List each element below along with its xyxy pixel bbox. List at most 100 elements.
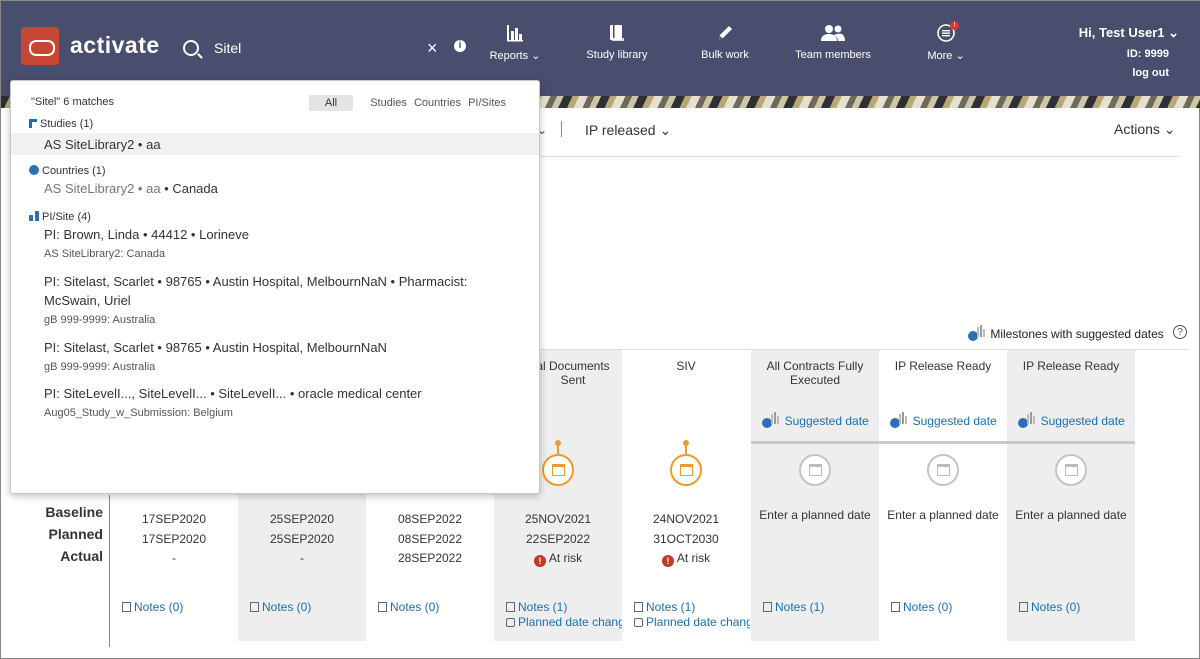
search-result-site[interactable]: PI: Brown, Linda • 44412 • Lorineve: [11, 225, 539, 244]
actual-date: 28SEP2022: [397, 551, 463, 565]
actual-status: ! At risk: [494, 551, 622, 567]
suggested-date-icon: [968, 325, 985, 341]
history-icon: [634, 618, 643, 627]
filter-countries[interactable]: Countries: [414, 97, 461, 109]
planned-date[interactable]: 31OCT2030: [622, 532, 750, 546]
notes-link-label: Notes (0): [903, 600, 953, 614]
calendar-icon[interactable]: [927, 454, 959, 486]
calendar-icon[interactable]: [799, 454, 831, 486]
filter-all[interactable]: All: [308, 95, 354, 111]
clear-search-icon[interactable]: ×: [427, 39, 438, 57]
search-result-study[interactable]: AS SiteLibrary2 • aa: [11, 133, 539, 155]
globe-icon: [29, 165, 39, 175]
calendar-icon[interactable]: [670, 454, 702, 486]
enter-planned-date[interactable]: Enter a planned date: [1007, 508, 1135, 522]
notes-link[interactable]: Notes (0): [891, 600, 952, 614]
nav-team-members[interactable]: Team members: [789, 23, 877, 61]
notification-badge: !: [950, 21, 959, 30]
result-sub: AS SiteLibrary2: Canada: [44, 248, 166, 260]
bar-chart-icon: [507, 25, 523, 42]
notes-link[interactable]: Notes (0): [122, 600, 183, 614]
nav-study-library-label: Study library: [586, 49, 648, 61]
suggested-date-link[interactable]: Suggested date: [751, 411, 879, 429]
row-label-planned: Planned: [48, 526, 103, 542]
planned-date-change-link[interactable]: Planned date change: [506, 615, 622, 629]
notes-link[interactable]: Notes (0): [378, 600, 439, 614]
site-icon: [29, 211, 39, 221]
notes-link[interactable]: Notes (0): [250, 600, 311, 614]
enter-planned-date[interactable]: Enter a planned date: [751, 508, 879, 522]
toolbar-divider: [561, 121, 562, 137]
search-icon[interactable]: [183, 40, 199, 56]
nav-bulk-work-label: Bulk work: [701, 49, 749, 61]
timeline-line: [751, 441, 1135, 444]
milestone-marker-stem: [685, 443, 687, 454]
filter-pi-sites[interactable]: PI/Sites: [468, 97, 506, 109]
planned-date[interactable]: 08SEP2022: [366, 532, 494, 546]
result-sub: Aug05_Study_w_Submission: Belgium: [44, 407, 233, 419]
group-countries: Countries (1): [29, 165, 106, 177]
search-results-dropdown: "Sitel" 6 matches All Studies Countries …: [10, 80, 540, 494]
history-icon: [506, 618, 515, 627]
planned-date-change-link[interactable]: Planned date change: [634, 615, 750, 629]
calendar-glyph: [680, 464, 693, 476]
result-name: PI: Brown, Linda • 44412 • Lorineve: [44, 227, 249, 242]
nav-more[interactable]: ! More ⌄: [917, 21, 975, 62]
planned-date-change-label: Planned date change: [518, 615, 622, 629]
calendar-icon[interactable]: [542, 454, 574, 486]
result-name: • Canada: [160, 181, 218, 196]
row-label-actual: Actual: [60, 548, 103, 564]
at-risk-icon: !: [533, 555, 546, 567]
milestone-column: SIV 24NOV2021 31OCT2030 ! At risk Notes (…: [622, 350, 750, 641]
notes-link-label: Notes (0): [134, 600, 184, 614]
logout-link[interactable]: log out: [1132, 67, 1169, 79]
calendar-glyph: [937, 464, 950, 476]
nav-study-library[interactable]: Study library: [581, 23, 653, 61]
enter-planned-date[interactable]: Enter a planned date: [879, 508, 1007, 522]
search-result-site[interactable]: PI: SiteLevelI..., SiteLevelI... • SiteL…: [11, 384, 539, 403]
notes-link[interactable]: Notes (0): [1019, 600, 1080, 614]
filter-studies[interactable]: Studies: [370, 97, 407, 109]
baseline-date: 17SEP2020: [141, 512, 207, 526]
notes-link-label: Notes (1): [518, 600, 568, 614]
milestone-marker-stem: [557, 443, 559, 454]
result-sub: gB 999-9999: Australia: [44, 361, 156, 373]
user-menu[interactable]: Hi, Test User1 ⌄: [1079, 25, 1179, 41]
search-result-site[interactable]: PI: Sitelast, Scarlet • 98765 • Austin H…: [11, 272, 539, 310]
milestone-title: SIV: [676, 359, 696, 373]
notes-icon: [378, 602, 387, 612]
book-icon: [610, 25, 624, 41]
milestones-legend: Milestones with suggested dates: [967, 324, 1164, 342]
ip-released-dropdown[interactable]: IP released ⌄: [585, 122, 671, 139]
search-result-country[interactable]: AS SiteLibrary2 • aa • Canada: [11, 179, 539, 198]
toolbar-divider-line: [541, 156, 1179, 157]
suggested-date-label: Suggested date: [912, 414, 997, 428]
group-studies-label: Studies (1): [40, 118, 94, 130]
suggested-date-link[interactable]: Suggested date: [1007, 411, 1135, 429]
actions-menu[interactable]: Actions ⌄: [1114, 121, 1176, 138]
nav-reports[interactable]: Reports ⌄: [481, 23, 549, 62]
planned-date[interactable]: 17SEP2020: [110, 532, 238, 546]
search-result-site[interactable]: PI: Sitelast, Scarlet • 98765 • Austin H…: [11, 338, 539, 357]
info-icon[interactable]: i: [454, 40, 466, 52]
nav-more-label: More ⌄: [927, 50, 965, 62]
notes-link[interactable]: Notes (1): [634, 600, 695, 614]
baseline-date: 08SEP2022: [397, 512, 463, 526]
result-name: PI: SiteLevelI..., SiteLevelI... • SiteL…: [44, 386, 422, 401]
search-input[interactable]: Sitel: [214, 40, 241, 56]
help-icon[interactable]: ?: [1173, 325, 1187, 339]
nav-bulk-work[interactable]: Bulk work: [693, 23, 757, 61]
result-name: AS SiteLibrary2 • aa: [44, 137, 161, 152]
notes-link[interactable]: Notes (1): [506, 600, 567, 614]
planned-date[interactable]: 22SEP2022: [494, 532, 622, 546]
calendar-glyph: [809, 464, 822, 476]
milestone-title: IP Release Ready: [1022, 359, 1120, 373]
notes-icon: [506, 602, 515, 612]
calendar-icon[interactable]: [1055, 454, 1087, 486]
notes-link[interactable]: Notes (1): [763, 600, 824, 614]
oracle-logo-icon[interactable]: [21, 27, 59, 65]
suggested-date-icon: [762, 412, 780, 428]
suggested-date-link[interactable]: Suggested date: [879, 411, 1007, 429]
planned-date[interactable]: 25SEP2020: [238, 532, 366, 546]
notes-link-label: Notes (0): [390, 600, 440, 614]
